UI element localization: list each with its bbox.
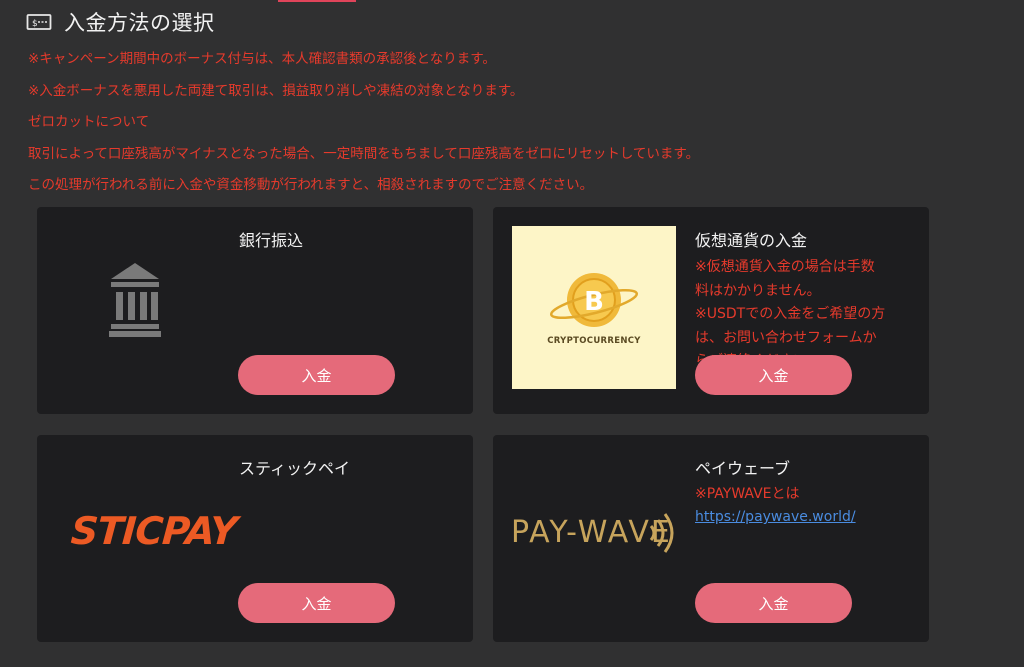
method-title: 銀行振込 xyxy=(239,231,304,250)
notice-line: ※キャンペーン期間中のボーナス付与は、本人確認書類の承認後となります。 xyxy=(28,51,496,67)
contactless-waves-icon xyxy=(649,513,674,553)
cryptocurrency-image: B CRYPTOCURRENCY xyxy=(512,226,676,389)
page-title: 入金方法の選択 xyxy=(64,11,215,35)
top-accent-bar xyxy=(278,0,356,2)
method-card-sticpay: STICPAY スティックペイ 入金 xyxy=(37,435,473,642)
coin-symbol: B xyxy=(584,287,604,317)
method-title: ペイウェーブ xyxy=(695,459,791,478)
cash-icon: $ xyxy=(26,14,52,30)
bank-icon xyxy=(109,263,161,337)
notice-line: ※入金ボーナスを悪用した両建て取引は、損益取り消しや凍結の対象となります。 xyxy=(28,82,524,99)
crypto-note-line: ※USDTでの入金をご希望の方 xyxy=(695,306,886,322)
deposit-button[interactable]: 入金 xyxy=(238,583,395,623)
sticpay-logo: STICPAY xyxy=(69,509,238,553)
deposit-button[interactable]: 入金 xyxy=(238,355,395,395)
method-card-bank-transfer: 銀行振込 入金 xyxy=(37,207,473,414)
crypto-note-line: は、お問い合わせフォームか xyxy=(695,329,877,346)
notice-line: この処理が行われる前に入金や資金移動が行われますと、相殺されますのでご注意くださ… xyxy=(28,177,594,193)
bitcoin-coin-icon: B xyxy=(550,273,638,327)
notice-list: ※キャンペーン期間中のボーナス付与は、本人確認書類の承認後となります。 ※入金ボ… xyxy=(28,48,1008,206)
paywave-note: ※PAYWAVEとは xyxy=(695,486,800,502)
method-card-crypto: B CRYPTOCURRENCY 仮想通貨の入金 ※仮想通貨入金の場合は手数 料… xyxy=(493,207,929,414)
notice-line: ゼロカットについて xyxy=(28,114,150,130)
crypto-note-line: 料はかかりません。 xyxy=(695,282,821,299)
notice-line: 取引によって口座残高がマイナスとなった場合、一定時間をもちまして口座残高をゼロに… xyxy=(28,145,700,162)
crypto-caption: CRYPTOCURRENCY xyxy=(547,336,641,346)
method-card-paywave: PAY-WAVE ペイウェーブ ※PAYWAVEとは https://paywa… xyxy=(493,435,929,642)
method-title: スティックペイ xyxy=(239,459,351,478)
svg-text:$: $ xyxy=(32,19,38,29)
method-title: 仮想通貨の入金 xyxy=(695,231,808,250)
paywave-link[interactable]: https://paywave.world/ xyxy=(695,509,856,525)
page-header: $ 入金方法の選択 xyxy=(26,6,215,38)
deposit-button[interactable]: 入金 xyxy=(695,583,852,623)
crypto-note-line: ※仮想通貨入金の場合は手数 xyxy=(695,259,875,275)
deposit-button[interactable]: 入金 xyxy=(695,355,852,395)
